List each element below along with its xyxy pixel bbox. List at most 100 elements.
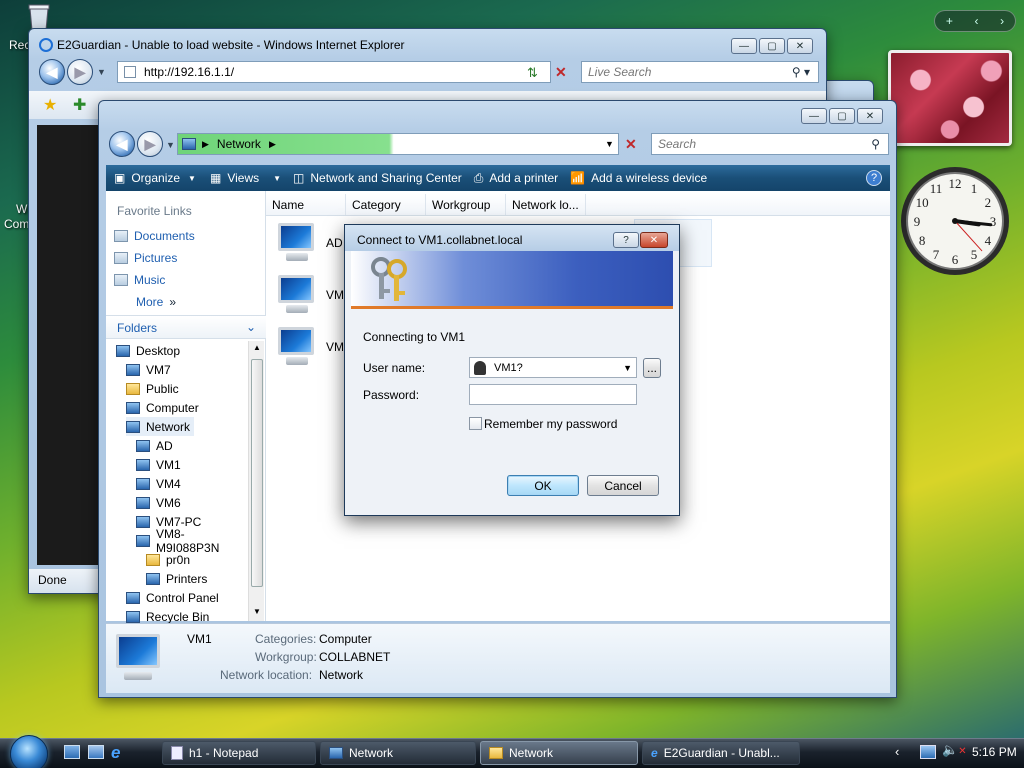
explorer-maximize-button[interactable]: ▢ <box>829 108 855 124</box>
favorites-star-icon[interactable]: ★ <box>43 95 57 115</box>
breadcrumb-bar[interactable]: ▶ Network ▶ <box>177 133 619 155</box>
cancel-button[interactable]: Cancel <box>587 475 659 496</box>
search-icon[interactable]: ⚲ <box>871 137 880 151</box>
taskbar-network-2-label: Network <box>509 746 554 760</box>
ie-quicklaunch-icon[interactable]: e <box>111 743 120 763</box>
browse-users-button[interactable]: ... <box>643 358 661 378</box>
explorer-back-button[interactable]: ◀ <box>109 131 135 157</box>
add-favorites-icon[interactable]: ✚ <box>73 95 86 115</box>
recent-pages-icon[interactable]: ▼ <box>166 140 175 150</box>
folder-tree-item[interactable]: Network <box>126 417 195 436</box>
network-icon <box>329 747 343 759</box>
remember-password-checkbox[interactable] <box>469 417 482 430</box>
folder-tree-item[interactable]: VM4 <box>136 474 181 493</box>
forward-button[interactable]: ▶ <box>67 59 93 85</box>
folder-tree-item[interactable]: Desktop <box>116 341 180 360</box>
dialog-help-button[interactable]: ? <box>613 232 639 248</box>
scroll-down-icon[interactable]: ▼ <box>253 607 261 616</box>
connect-dialog[interactable]: Connect to VM1.collabnet.local ? ✕ Conne… <box>344 224 680 516</box>
column-category[interactable]: Category <box>346 194 426 215</box>
explorer-minimize-button[interactable]: — <box>801 108 827 124</box>
column-network-location[interactable]: Network lo... <box>506 194 586 215</box>
ok-button[interactable]: OK <box>507 475 579 496</box>
tree-scrollbar[interactable]: ▲ ▼ <box>248 341 264 621</box>
explorer-search-input[interactable]: Search ⚲ <box>651 133 889 155</box>
taskbar-notepad[interactable]: h1 - Notepad <box>162 741 316 765</box>
live-search-input[interactable]: Live Search ⚲ ▾ <box>581 61 819 83</box>
folder-tree-item[interactable]: Printers <box>146 569 207 588</box>
organize-button[interactable]: Organize <box>131 171 180 185</box>
network-tray-icon[interactable] <box>920 745 936 759</box>
documents-link[interactable]: Documents <box>134 229 195 243</box>
favorite-more[interactable]: More » <box>136 292 176 311</box>
folder-tree-label: VM1 <box>156 457 181 472</box>
folder-tree-item[interactable]: Computer <box>126 398 199 417</box>
switch-windows-icon[interactable] <box>88 745 104 759</box>
close-button[interactable]: ✕ <box>787 38 813 54</box>
folder-tree-item[interactable]: Control Panel <box>126 588 219 607</box>
maximize-button[interactable]: ▢ <box>759 38 785 54</box>
taskbar-network-1[interactable]: Network <box>320 741 476 765</box>
show-desktop-icon[interactable] <box>64 745 80 759</box>
add-wireless-device-button[interactable]: Add a wireless device <box>591 171 707 185</box>
explorer-forward-button[interactable]: ▶ <box>137 131 163 157</box>
views-button[interactable]: Views <box>227 171 259 185</box>
password-field[interactable] <box>469 384 637 405</box>
breadcrumb-dropdown-icon[interactable]: ▼ <box>605 139 614 149</box>
chevron-down-icon[interactable]: ⌄ <box>246 320 256 334</box>
folder-tree-item[interactable]: VM6 <box>136 493 181 512</box>
network-sharing-center-button[interactable]: Network and Sharing Center <box>310 171 461 185</box>
favorite-music[interactable]: Music <box>114 270 165 289</box>
scroll-up-icon[interactable]: ▲ <box>253 343 261 352</box>
folder-tree-item[interactable]: pr0n <box>146 550 190 569</box>
network-item-ad[interactable]: AD <box>272 221 343 265</box>
chevron-down-icon[interactable]: ▼ <box>623 363 632 373</box>
taskbar-ie[interactable]: e E2Guardian - Unabl... <box>642 741 800 765</box>
add-gadget-icon[interactable]: + <box>946 14 953 28</box>
back-button[interactable]: ◀ <box>39 59 65 85</box>
sidebar-controls[interactable]: + ‹ › <box>934 10 1016 32</box>
help-icon[interactable]: ? <box>866 170 882 186</box>
favorite-documents[interactable]: Documents <box>114 226 195 245</box>
slideshow-gadget[interactable] <box>888 50 1012 146</box>
more-link[interactable]: More <box>136 295 163 309</box>
pictures-link[interactable]: Pictures <box>134 251 177 265</box>
favorite-pictures[interactable]: Pictures <box>114 248 177 267</box>
folder-tree-item[interactable]: AD <box>136 436 173 455</box>
music-link[interactable]: Music <box>134 273 165 287</box>
clock-gadget[interactable]: 1234567891011 12 <box>898 160 1012 282</box>
organize-dropdown-icon: ▼ <box>188 173 196 183</box>
folder-tree-item[interactable]: VM8-M9I088P3N <box>136 527 248 555</box>
explorer-stop-icon[interactable]: ✕ <box>625 136 637 153</box>
taskbar-network-2[interactable]: Network <box>480 741 638 765</box>
stop-icon[interactable]: ✕ <box>555 64 567 81</box>
tray-expand-icon[interactable]: ‹ <box>895 744 899 759</box>
network-item-vm4[interactable]: VM4 <box>272 273 351 317</box>
remember-password-label[interactable]: Remember my password <box>484 417 617 431</box>
folder-tree-item[interactable]: VM7 <box>126 360 171 379</box>
address-bar[interactable]: http://192.16.1.1/ <box>117 61 551 83</box>
add-printer-button[interactable]: Add a printer <box>489 171 558 185</box>
history-dropdown-icon[interactable]: ▼ <box>97 67 106 77</box>
column-name[interactable]: Name <box>266 194 346 215</box>
explorer-close-button[interactable]: ✕ <box>857 108 883 124</box>
column-workgroup[interactable]: Workgroup <box>426 194 506 215</box>
network-item-vm7[interactable]: VM7 <box>272 325 351 369</box>
scroll-thumb[interactable] <box>251 359 263 587</box>
refresh-icon[interactable]: ⇅ <box>527 65 538 81</box>
clock-numeral: 10 <box>916 195 929 210</box>
minimize-button[interactable]: — <box>731 38 757 54</box>
next-icon[interactable]: › <box>1000 14 1004 28</box>
recycle-bin-icon[interactable] <box>26 3 52 31</box>
dialog-close-button[interactable]: ✕ <box>640 232 668 248</box>
start-button[interactable] <box>10 735 48 768</box>
breadcrumb-network[interactable]: Network <box>217 137 261 151</box>
volume-muted-icon[interactable]: 🔈✕ <box>942 742 967 758</box>
folder-tree-item[interactable]: Public <box>126 379 179 398</box>
clock-time[interactable]: 5:16 PM <box>972 745 1017 759</box>
username-combobox[interactable]: VM1? ▼ <box>469 357 637 378</box>
search-icon[interactable]: ⚲ ▾ <box>792 65 810 79</box>
folders-header[interactable]: Folders ⌄ <box>106 315 266 339</box>
folder-tree-item[interactable]: VM1 <box>136 455 181 474</box>
prev-icon[interactable]: ‹ <box>975 14 979 28</box>
